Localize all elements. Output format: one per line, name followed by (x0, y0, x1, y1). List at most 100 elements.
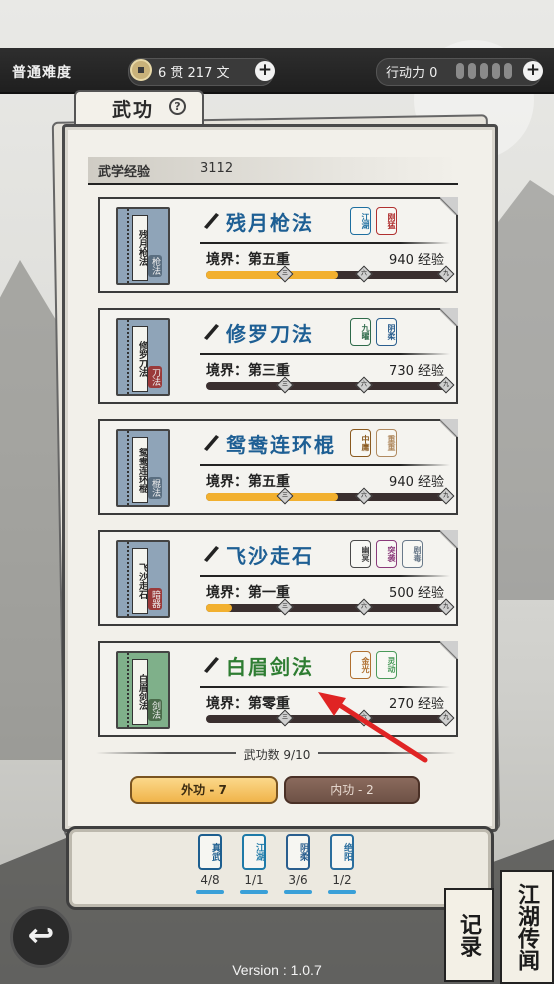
skill-book-label: 修罗刀法 (132, 326, 148, 392)
skill-progress-fill (206, 604, 233, 612)
skill-exp: 940 经验 (389, 253, 444, 268)
trait-count: 3/6 (288, 873, 308, 887)
skill-divider (200, 575, 450, 577)
skill-book-label: 飞沙走石 (132, 548, 148, 614)
realm-node-icon: 六 (355, 598, 373, 616)
skill-name: 残月枪法 (226, 211, 314, 235)
skill-divider (200, 464, 450, 466)
jianghu-rumors-scroll-button[interactable]: 江湖传闻 (500, 870, 554, 984)
skill-tag: 刚猛 (376, 207, 397, 235)
skill-divider (200, 686, 450, 688)
weapon-icon (204, 657, 219, 673)
stamina-pip (480, 63, 488, 79)
skill-divider (200, 353, 450, 355)
back-button[interactable]: ↩ (10, 906, 72, 968)
realm-node-icon: 九 (437, 709, 455, 727)
weapon-icon (204, 324, 219, 340)
trait-count: 4/8 (200, 873, 220, 887)
realm-node-icon: 六 (355, 376, 373, 394)
skill-tag: 突袭 (376, 540, 397, 568)
skill-card[interactable]: 修罗刀法 刀法 修罗刀法 九曜 阴柔 境界：第三重 730 经验 三 六 九 (98, 308, 458, 404)
skill-name: 鸳鸯连环棍 (226, 433, 336, 457)
skill-exp: 270 经验 (389, 697, 444, 712)
skill-book-label: 白眉剑法 (132, 659, 148, 725)
skill-tag: 灵动 (376, 651, 397, 679)
skill-type-seal: 剑法 (148, 699, 162, 721)
realm-node-icon: 三 (276, 709, 294, 727)
skill-type-seal: 枪法 (148, 255, 162, 277)
stamina-pip (468, 63, 476, 79)
coin-icon (130, 59, 152, 81)
realm-node-icon: 六 (355, 709, 373, 727)
skill-progress-track: 三六九 (206, 598, 455, 616)
skill-book-icon: 鸳鸯连环棍 棍法 (116, 429, 170, 507)
skill-tag: 重重 (376, 429, 397, 457)
skill-tag: 江湖 (350, 207, 371, 235)
trait-badge[interactable]: 真武 (198, 834, 222, 870)
skill-count: 武功数 9/10 (0, 746, 554, 763)
add-money-button[interactable]: + (255, 61, 275, 81)
skill-book-icon: 修罗刀法 刀法 (116, 318, 170, 396)
trait-badge[interactable]: 阴柔 (286, 834, 310, 870)
realm-node-icon: 三 (276, 487, 294, 505)
money-value: 6 贯 217 文 (158, 66, 230, 81)
skill-realm: 境界：第一重 (206, 585, 290, 601)
skill-card[interactable]: 白眉剑法 剑法 白眉剑法 金光 灵动 境界：第零重 270 经验 三 六 九 (98, 641, 458, 737)
skill-name: 修罗刀法 (226, 322, 314, 346)
skill-tag: 幽冥 (350, 540, 371, 568)
realm-node-icon: 三 (276, 598, 294, 616)
realm-node-icon: 九 (437, 598, 455, 616)
trait-badge[interactable]: 江湖 (242, 834, 266, 870)
skill-exp: 940 经验 (389, 475, 444, 490)
skill-card[interactable]: 飞沙走石 暗器 飞沙走石 幽冥 突袭 剧毒 境界：第一重 500 经验 三 六 九 (98, 530, 458, 626)
skill-progress-track: 三六九 (206, 487, 455, 505)
skill-type-seal: 暗器 (148, 588, 162, 610)
skill-type-seal: 刀法 (148, 366, 162, 388)
add-stamina-button[interactable]: + (523, 61, 543, 81)
trait-progress-bar (196, 890, 224, 894)
trait-badge[interactable]: 绝阳 (330, 834, 354, 870)
skill-tag: 剧毒 (402, 540, 423, 568)
skill-tag: 中庸 (350, 429, 371, 457)
stamina-pip (456, 63, 464, 79)
realm-node-icon: 三 (276, 265, 294, 283)
stamina-pip (504, 63, 512, 79)
skill-realm: 境界：第零重 (206, 696, 290, 712)
inner-skills-tab[interactable]: 内功 - 2 (284, 776, 420, 804)
skill-book-icon: 白眉剑法 剑法 (116, 651, 170, 729)
skill-realm: 境界：第五重 (206, 252, 290, 268)
skill-card[interactable]: 残月枪法 枪法 残月枪法 江湖 刚猛 境界：第五重 940 经验 三 六 九 (98, 197, 458, 293)
realm-node-icon: 九 (437, 487, 455, 505)
realm-node-icon: 九 (437, 265, 455, 283)
skill-progress-track: 三六九 (206, 265, 455, 283)
skill-progress-track: 三六九 (206, 709, 455, 727)
skill-book-label: 鸳鸯连环棍 (132, 437, 148, 503)
skill-progress-fill (206, 271, 338, 279)
skill-progress-track: 三六九 (206, 376, 455, 394)
martial-exp-value: 3112 (200, 161, 234, 176)
realm-node-icon: 九 (437, 376, 455, 394)
skill-book-label: 残月枪法 (132, 215, 148, 281)
outer-skills-tab[interactable]: 外功 - 7 (130, 776, 278, 804)
skill-card[interactable]: 鸳鸯连环棍 棍法 鸳鸯连环棍 中庸 重重 境界：第五重 940 经验 三 六 九 (98, 419, 458, 515)
skill-name: 飞沙走石 (226, 544, 314, 568)
trait-progress-bar (284, 890, 312, 894)
skill-divider (200, 242, 450, 244)
difficulty-label: 普通难度 (12, 65, 72, 81)
trait-count: 1/1 (244, 873, 264, 887)
skill-book-icon: 残月枪法 枪法 (116, 207, 170, 285)
skill-progress-fill (206, 493, 338, 501)
skill-exp: 500 经验 (389, 586, 444, 601)
weapon-icon (204, 213, 219, 229)
skill-tag: 阴柔 (376, 318, 397, 346)
skill-realm: 境界：第三重 (206, 363, 290, 379)
realm-node-icon: 六 (355, 265, 373, 283)
weapon-icon (204, 546, 219, 562)
records-scroll-button[interactable]: 记录 (444, 888, 494, 982)
skill-name: 白眉剑法 (226, 655, 314, 679)
realm-node-icon: 六 (355, 487, 373, 505)
help-icon[interactable]: ? (169, 98, 186, 115)
trait-count: 1/2 (332, 873, 352, 887)
martial-exp-label: 武学经验 (98, 165, 151, 180)
stamina-label: 行动力 0 (386, 66, 438, 81)
